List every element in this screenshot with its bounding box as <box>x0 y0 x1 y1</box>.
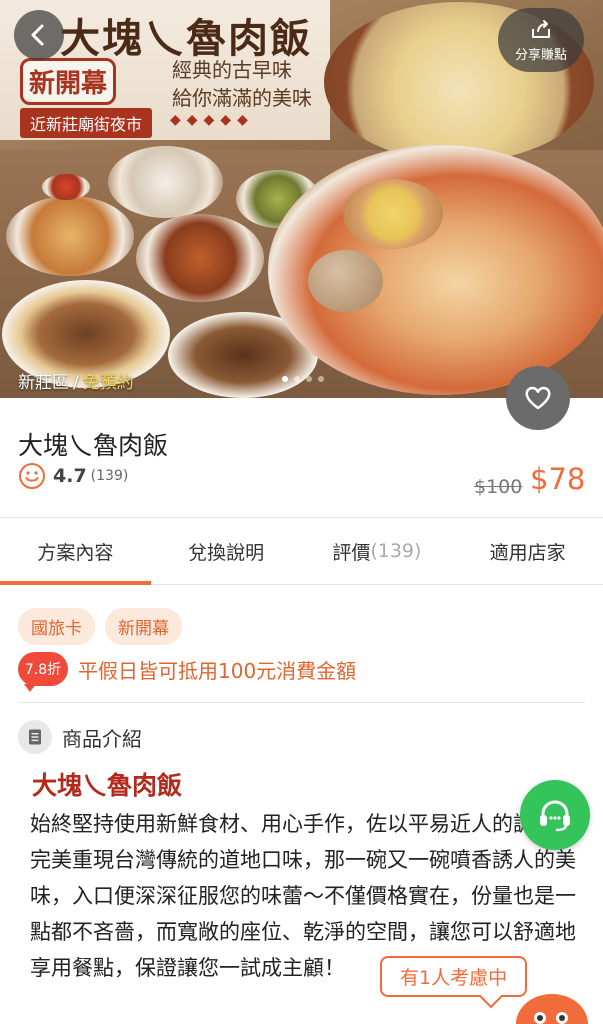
promo-row: 7.8折 平假日皆可抵用100元消費金額 <box>18 652 357 692</box>
food-egg <box>343 179 443 249</box>
hero-near-label: 近新莊廟街夜市 <box>20 108 153 138</box>
original-price: $100 <box>474 476 523 498</box>
tab-plan-content[interactable]: 方案內容 <box>0 518 151 585</box>
food-meatball <box>308 250 383 312</box>
tab-label: 方案內容 <box>37 541 114 564</box>
viewing-count-bubble: 有1人考慮中 <box>380 956 528 997</box>
heart-icon <box>525 386 551 410</box>
divider <box>18 702 585 703</box>
favorite-button[interactable] <box>506 366 570 430</box>
rating[interactable]: 4.7 (139) <box>18 462 128 490</box>
intro-heading-label: 商品介紹 <box>62 726 142 751</box>
document-icon <box>18 720 52 754</box>
food-bowl-noodles <box>6 196 134 276</box>
location-caption: 新莊區 / 免預約 <box>18 368 134 393</box>
pager-dot[interactable] <box>294 376 300 382</box>
tag-list: 國旅卡 新開幕 <box>18 608 182 645</box>
pager-dot[interactable] <box>306 376 312 382</box>
headset-icon <box>540 800 570 832</box>
mascot-icon[interactable] <box>516 994 588 1024</box>
tab-bar: 方案內容 兌換說明 評價 (139) 適用店家 <box>0 517 603 585</box>
image-pager <box>282 376 324 382</box>
tab-label: 兌換說明 <box>188 541 265 564</box>
product-title: 大塊乀魯肉飯 <box>18 431 169 460</box>
tab-stores[interactable]: 適用店家 <box>452 518 603 584</box>
chevron-left-icon <box>31 24 44 46</box>
booking-note: 免預約 <box>82 373 134 393</box>
food-bowl-soup <box>108 146 223 218</box>
food-bowl-braised-pork <box>136 214 264 302</box>
food-sauce-dish <box>42 174 90 200</box>
rating-score: 4.7 <box>53 465 87 487</box>
tag-travel-card: 國旅卡 <box>18 608 95 645</box>
sale-price: $78 <box>530 462 586 496</box>
pager-dot[interactable] <box>318 376 324 382</box>
promo-text: 平假日皆可抵用100元消費金額 <box>78 658 357 683</box>
back-button[interactable] <box>14 10 64 60</box>
tab-redemption[interactable]: 兌換說明 <box>151 518 302 584</box>
smiley-icon <box>19 463 45 489</box>
discount-badge: 7.8折 <box>18 652 68 692</box>
share-label: 分享賺點 <box>514 48 567 63</box>
tab-reviews[interactable]: 評價 (139) <box>302 518 453 584</box>
rating-count: (139) <box>90 468 129 484</box>
hero-stamp: 新開幕 <box>20 58 117 105</box>
tab-label: 適用店家 <box>489 541 566 564</box>
pager-dot[interactable] <box>282 376 288 382</box>
hero-image: 大塊乀魯肉飯 新開幕 經典的古早味 給你滿滿的美味 近新莊廟街夜市 ◆◆◆◆◆ … <box>0 0 603 398</box>
tab-review-count: (139) <box>370 540 422 562</box>
intro-heading: 商品介紹 <box>18 720 142 754</box>
share-button[interactable]: 分享賺點 <box>498 8 584 72</box>
hero-slogan-line2: 給你滿滿的美味 <box>172 86 312 110</box>
hero-slogan-line1: 經典的古早味 <box>172 58 292 82</box>
hero-slogan: 經典的古早味 給你滿滿的美味 <box>172 56 312 112</box>
tag-new-opening: 新開幕 <box>105 608 182 645</box>
intro-title: 大塊乀魯肉飯 <box>32 771 183 800</box>
share-icon <box>532 20 550 38</box>
location-separator: / <box>73 373 79 393</box>
location-district: 新莊區 <box>18 373 69 393</box>
customer-service-button[interactable] <box>520 780 590 850</box>
food-bowl-spicy-noodles <box>268 145 603 395</box>
hero-dots: ◆◆◆◆◆ <box>170 112 254 128</box>
tab-label: 評價 <box>332 541 371 564</box>
